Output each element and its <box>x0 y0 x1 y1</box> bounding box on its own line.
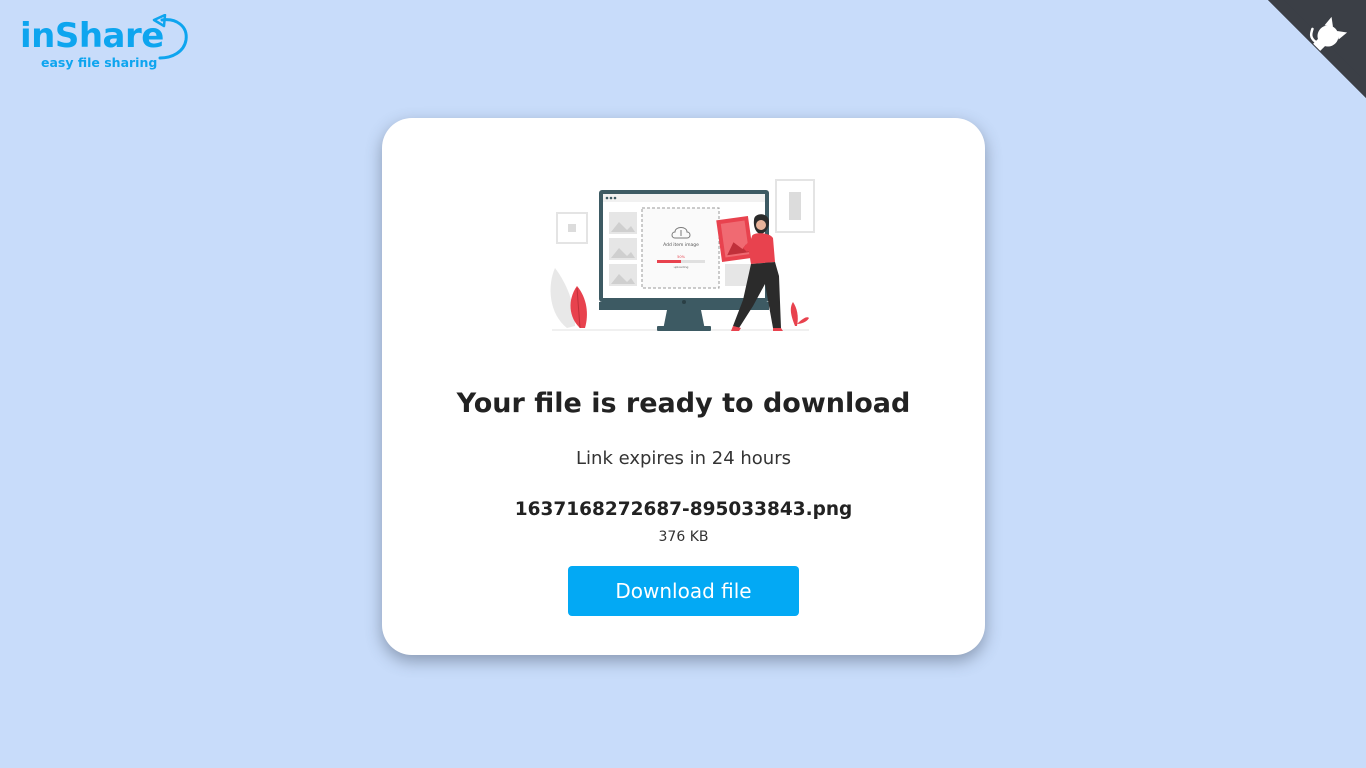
download-button[interactable]: Download file <box>568 566 799 616</box>
upload-progress-fill <box>657 260 681 263</box>
share-arrow-icon <box>152 14 188 60</box>
progress-percent-label: 50% <box>677 255 685 259</box>
github-corner-icon <box>1268 0 1366 98</box>
expiry-notice: Link expires in 24 hours <box>576 448 791 469</box>
github-corner-link[interactable] <box>1268 0 1366 98</box>
page-title: Your file is ready to download <box>456 388 911 419</box>
progress-status-label: uploading <box>674 265 689 269</box>
logo-tagline: easy file sharing <box>41 55 158 70</box>
logo-wordmark: inShare <box>20 16 164 56</box>
dropzone-label: Add item image <box>663 242 699 248</box>
app-logo[interactable]: inShare easy file sharing <box>20 14 200 76</box>
file-size: 376 KB <box>658 529 709 545</box>
file-name: 1637168272687-895033843.png <box>514 499 853 520</box>
upload-illustration: Add item image 50% uploading <box>550 179 815 331</box>
download-card: Add item image 50% uploading Your file i… <box>382 118 985 655</box>
